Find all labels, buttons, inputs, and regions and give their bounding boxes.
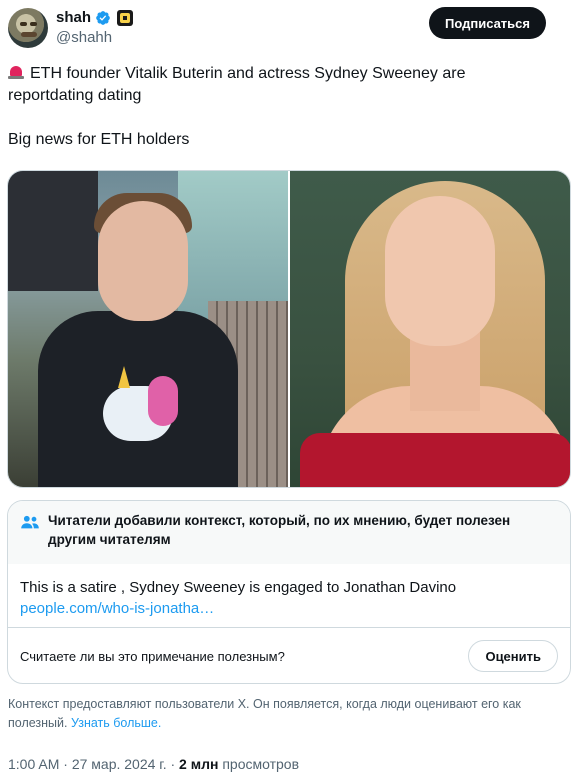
views-label: просмотров [222,756,300,772]
tweet-text-line-3: Big news for ETH holders [8,131,190,148]
divider [8,627,570,628]
community-note-footnote: Контекст предоставляют пользователи X. О… [8,697,521,730]
tweet-date[interactable]: 27 мар. 2024 г. [72,756,167,772]
verified-badge-icon [96,10,110,25]
views-count: 2 млн [179,756,219,772]
rate-button[interactable]: Оценить [468,640,558,672]
tweet-media[interactable] [7,170,571,488]
tweet-meta: 1:00 AM · 27 мар. 2024 г. · 2 млн просмо… [8,756,300,772]
note-helpful-question: Считаете ли вы это примечание полезным? [20,649,285,664]
community-note-header: Читатели добавили контекст, который, по … [8,501,570,564]
tweet-time[interactable]: 1:00 AM [8,756,59,772]
community-note-title: Читатели добавили контекст, который, по … [48,513,511,547]
avatar[interactable] [8,8,48,48]
tweet-header: shah @shahh Подписаться [8,7,570,48]
tweet-text: ETH founder Vitalik Buterin and actress … [8,63,568,151]
author-name[interactable]: shah [56,9,91,26]
community-note: Читатели добавили контекст, который, по … [7,500,571,684]
community-note-body: This is a satire , Sydney Sweeney is eng… [8,564,570,619]
author-handle[interactable]: @shahh [56,29,112,46]
follow-button[interactable]: Подписаться [428,7,546,39]
siren-icon [8,64,24,80]
photo-man-unicorn-shirt[interactable] [8,171,288,487]
tweet-text-line-2: reportdating dating [8,87,142,104]
community-note-link[interactable]: people.com/who-is-jonatha… [20,598,558,619]
photo-woman-red-dress[interactable] [290,171,570,487]
author-name-row: shah [56,9,134,26]
affiliation-badge-icon[interactable] [117,9,134,26]
learn-more-link[interactable]: Узнать больше. [71,716,161,730]
people-icon [21,515,39,529]
tweet-text-line-1: ETH founder Vitalik Buterin and actress … [8,63,568,85]
community-note-text: This is a satire , Sydney Sweeney is eng… [20,579,457,596]
